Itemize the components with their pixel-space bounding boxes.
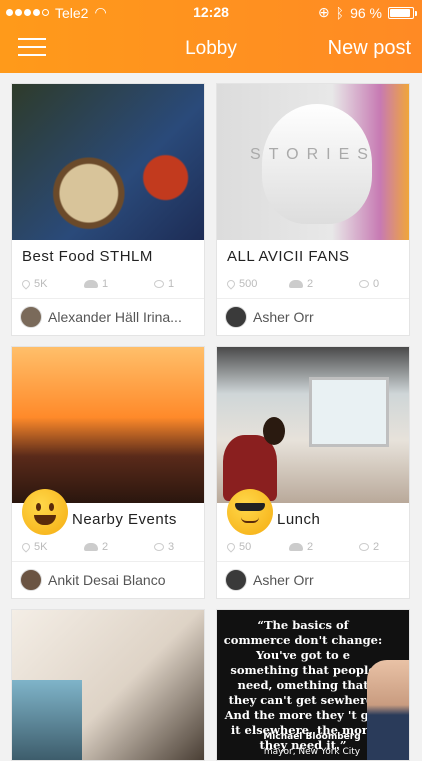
bluetooth-icon: ᛒ (335, 4, 345, 21)
lobby-card[interactable]: Lunch 50 2 2 Asher Orr (216, 346, 410, 599)
location-icon (225, 541, 237, 553)
card-image: “The basics of commerce don't change: Yo… (217, 610, 409, 760)
comments-icon (359, 280, 369, 288)
location-icon (20, 541, 32, 553)
members-icon (289, 543, 303, 551)
location-count: 5K (34, 541, 48, 553)
quote-author-title: mayor, New York City (263, 747, 361, 757)
quote-author: Michael Bloomberg (263, 732, 361, 742)
location-count: 50 (239, 541, 252, 553)
card-title: Lunch (277, 511, 321, 528)
owner-name[interactable]: Ankit Desai Blanco (48, 572, 166, 588)
card-image (12, 84, 204, 240)
members-icon (289, 280, 303, 288)
avatar[interactable] (225, 569, 247, 591)
owner-name[interactable]: Asher Orr (253, 309, 314, 325)
owner-name[interactable]: Alexander Häll Irina... (48, 309, 182, 325)
location-count: 500 (239, 278, 258, 290)
comments-count: 2 (373, 541, 380, 553)
card-title: Best Food STHLM (22, 248, 153, 265)
new-post-button[interactable]: New post (328, 37, 411, 60)
avatar[interactable] (20, 569, 42, 591)
lobby-card[interactable]: Nearby Events 5K 2 3 Ankit Desai Blanco (11, 346, 205, 599)
lobby-card[interactable]: “The basics of commerce don't change: Yo… (216, 609, 410, 761)
members-count: 2 (307, 541, 314, 553)
smiley-face-icon (22, 489, 68, 535)
comments-icon (154, 280, 164, 288)
navigation-bar: Lobby New post (0, 30, 422, 66)
comments-icon (154, 543, 164, 551)
status-bar: Tele2 ◠ 12:28 ⊕ ᛒ 96 % (0, 0, 422, 24)
members-count: 1 (102, 278, 109, 290)
location-count: 5K (34, 278, 48, 290)
app-header: Tele2 ◠ 12:28 ⊕ ᛒ 96 % Lobby New post (0, 0, 422, 73)
avatar[interactable] (225, 306, 247, 328)
image-caption: STORIES (250, 146, 376, 163)
members-icon (84, 543, 98, 551)
sunglasses-face-icon (227, 489, 273, 535)
card-title: Nearby Events (72, 511, 177, 528)
location-icon (225, 278, 237, 290)
rotation-lock-icon: ⊕ (317, 4, 330, 20)
card-image (217, 347, 409, 503)
location-icon (20, 278, 32, 290)
lobby-card[interactable]: Best Food STHLM 5K 1 1 Alexander Häll Ir… (11, 83, 205, 336)
comments-count: 0 (373, 278, 380, 290)
card-title: ALL AVICII FANS (227, 248, 350, 265)
battery-percentage: 96 % (350, 4, 382, 21)
battery-icon (388, 6, 417, 19)
lobby-card[interactable] (11, 609, 205, 761)
comments-icon (359, 543, 369, 551)
members-count: 2 (307, 278, 314, 290)
comments-count: 1 (168, 278, 175, 290)
members-count: 2 (102, 541, 109, 553)
members-icon (84, 280, 98, 288)
avatar[interactable] (20, 306, 42, 328)
lobby-card[interactable]: STORIES ALL AVICII FANS 500 2 0 Asher Or… (216, 83, 410, 336)
card-image (12, 610, 204, 760)
comments-count: 3 (168, 541, 175, 553)
card-image (12, 347, 204, 503)
card-image: STORIES (217, 84, 409, 240)
owner-name[interactable]: Asher Orr (253, 572, 314, 588)
